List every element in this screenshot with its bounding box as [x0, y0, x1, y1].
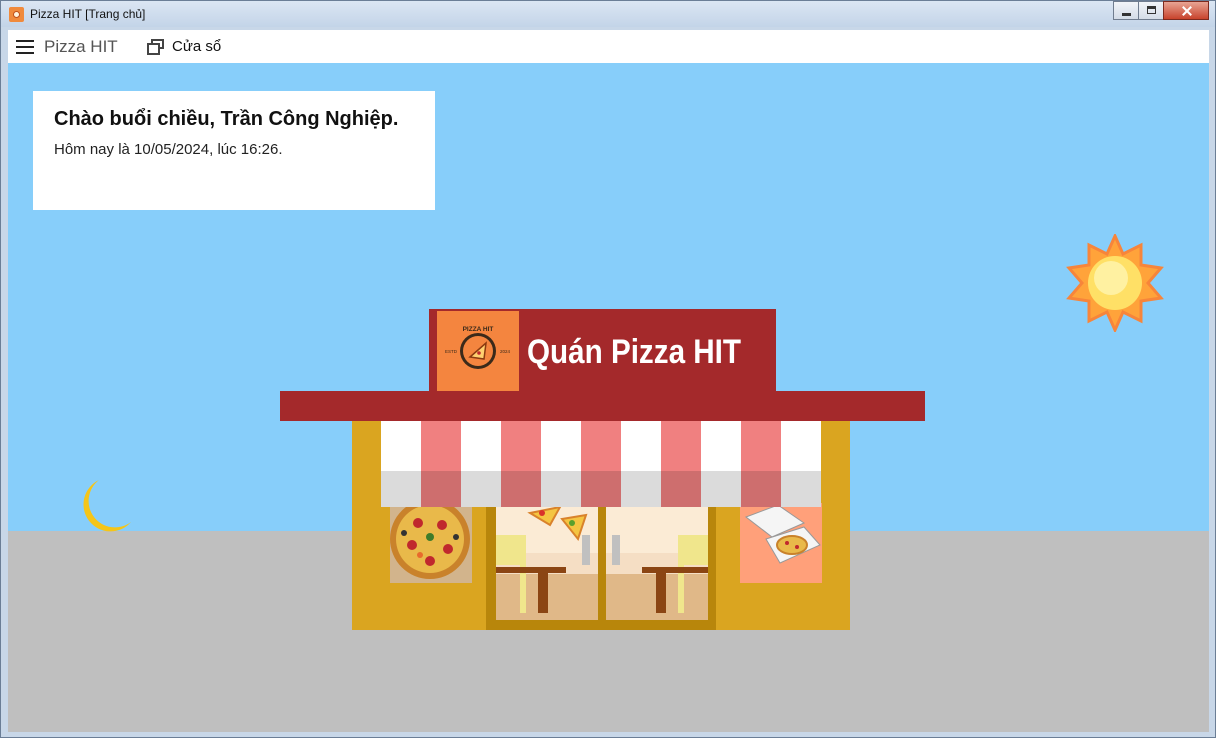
- greeting-card: Chào buổi chiều, Trần Công Nghiệp. Hôm n…: [33, 91, 435, 210]
- shop-awning: [381, 421, 821, 507]
- moon-icon: [83, 480, 131, 532]
- app-icon: [9, 7, 24, 22]
- app-window: Pizza HIT [Trang chủ] Pizza HIT Cửa sổ C…: [0, 0, 1216, 738]
- menu-window-label: Cửa sổ: [172, 38, 222, 55]
- pizza-shop: PIZZA HIT ESTD 2024 Quán Pizza HIT: [280, 309, 925, 630]
- maximize-button[interactable]: [1138, 1, 1164, 20]
- menu-app[interactable]: Pizza HIT: [16, 30, 118, 63]
- menu-bar: Pizza HIT Cửa sổ: [8, 30, 1209, 63]
- greeting-subtitle: Hôm nay là 10/05/2024, lúc 16:26.: [54, 141, 283, 158]
- minimize-button[interactable]: [1113, 1, 1139, 20]
- menu-window[interactable]: Cửa sổ: [147, 30, 221, 63]
- close-button[interactable]: [1163, 1, 1209, 20]
- logo-left-text: ESTD: [445, 349, 458, 354]
- title-bar[interactable]: Pizza HIT [Trang chủ]: [1, 1, 1215, 27]
- logo-top-text: PIZZA HIT: [463, 326, 494, 333]
- window-icon: [147, 38, 165, 55]
- sun-icon: [1066, 234, 1164, 332]
- greeting-title: Chào buổi chiều, Trần Công Nghiệp.: [54, 108, 399, 130]
- logo-right-text: 2024: [500, 349, 511, 354]
- menu-app-label: Pizza HIT: [44, 36, 118, 56]
- shop-roof: [280, 391, 925, 421]
- window-title: Pizza HIT [Trang chủ]: [30, 7, 146, 21]
- shop-sign-text: Quán Pizza HIT: [527, 333, 741, 371]
- home-scene: Chào buổi chiều, Trần Công Nghiệp. Hôm n…: [8, 63, 1209, 732]
- hamburger-icon: [16, 39, 34, 54]
